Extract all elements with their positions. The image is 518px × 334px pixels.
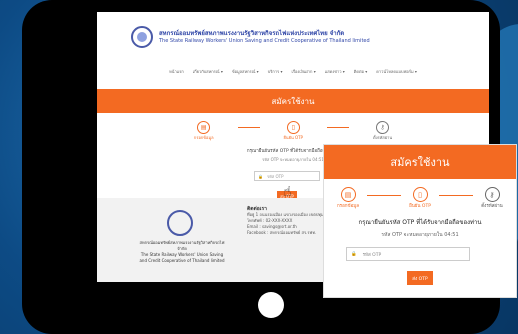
nav-item-home[interactable]: หน้าแรก: [169, 68, 184, 75]
popup-title: สมัครใช้งาน: [324, 145, 516, 179]
lock-icon: 🔒: [351, 251, 357, 257]
lock-icon: 🔒: [258, 173, 263, 179]
step-set-password: ⚷ ตั้งรหัสผ่าน: [373, 121, 392, 141]
zoomed-otp-panel: สมัครใช้งาน ▤ กรอกข้อมูล ▯ ยืนยัน OTP ⚷ ตั้…: [323, 144, 517, 298]
popup-otp-input[interactable]: 🔒 รหัส OTP: [346, 247, 470, 261]
popup-step-fill-info: ▤ กรอกข้อมูล: [333, 187, 363, 209]
home-button[interactable]: [258, 292, 284, 318]
phone-icon: ▯: [286, 121, 300, 134]
step-indicator: ▤ กรอกข้อมูล ▯ ยืนยัน OTP ⚷ ตั้งรหัสผ่าน: [97, 121, 489, 141]
nav-item-info[interactable]: ข้อมูลสหกรณ์ ▾: [232, 68, 259, 75]
logo: [131, 26, 153, 48]
nav-item-about[interactable]: เกี่ยวกับสหกรณ์ ▾: [193, 68, 223, 75]
step-divider: [367, 195, 401, 209]
key-icon: ⚷: [376, 121, 390, 134]
otp-input[interactable]: 🔒 รหัส OTP: [254, 171, 320, 181]
step-confirm-otp: ▯ ยืนยัน OTP: [284, 121, 303, 141]
popup-step-indicator: ▤ กรอกข้อมูล ▯ ยืนยัน OTP ⚷ ตั้งรหัสผ่าน: [324, 187, 516, 209]
popup-otp-message: กรุณายืนยันรหัส OTP ที่ได้รับจากมือถือขอ…: [358, 219, 482, 226]
org-name-en: The State Railway Workers' Union Saving …: [159, 37, 370, 44]
step-fill-info: ▤ กรอกข้อมูล: [194, 121, 214, 141]
footer-logo: [167, 210, 193, 236]
site-header: สหกรณ์ออมทรัพย์สหภาพแรงงานรัฐวิสาหกิจรถไ…: [97, 12, 489, 62]
nav-item-contact[interactable]: ติดต่อ ▾: [354, 68, 367, 75]
nav-item-download[interactable]: ดาวน์โหลดแบบฟอร์ม ▾: [376, 68, 417, 75]
step-divider: [326, 127, 349, 141]
step-divider: [237, 127, 260, 141]
nav-item-news[interactable]: แสดงข่าว ▾: [325, 68, 345, 75]
form-icon: ▤: [340, 187, 356, 202]
org-name-th: สหกรณ์ออมทรัพย์สหภาพแรงงานรัฐวิสาหกิจรถไ…: [159, 29, 345, 37]
phone-icon: ▯: [412, 187, 428, 202]
page-title: สมัครใช้งาน: [97, 89, 489, 113]
footer-org: สหกรณ์ออมทรัพย์สหภาพแรงงานรัฐวิสาหกิจรถไ…: [139, 240, 225, 263]
nav-item-deposit[interactable]: เรื่องเงินฝาก ▾: [292, 68, 316, 75]
popup-otp-countdown: รหัส OTP จะหมดอายุภายใน 04:51: [381, 232, 459, 238]
nav-item-services[interactable]: บริการ ▾: [268, 68, 283, 75]
key-icon: ⚷: [484, 187, 500, 202]
popup-send-otp-button[interactable]: ส่ง OTP: [407, 271, 433, 285]
main-nav: หน้าแรก เกี่ยวกับสหกรณ์ ▾ ข้อมูลสหกรณ์ ▾…: [97, 68, 489, 75]
step-divider: [439, 195, 473, 209]
popup-step-confirm-otp: ▯ ยืนยัน OTP: [405, 187, 435, 209]
form-icon: ▤: [197, 121, 211, 134]
popup-step-set-password: ⚷ ตั้งรหัสผ่าน: [477, 187, 507, 209]
